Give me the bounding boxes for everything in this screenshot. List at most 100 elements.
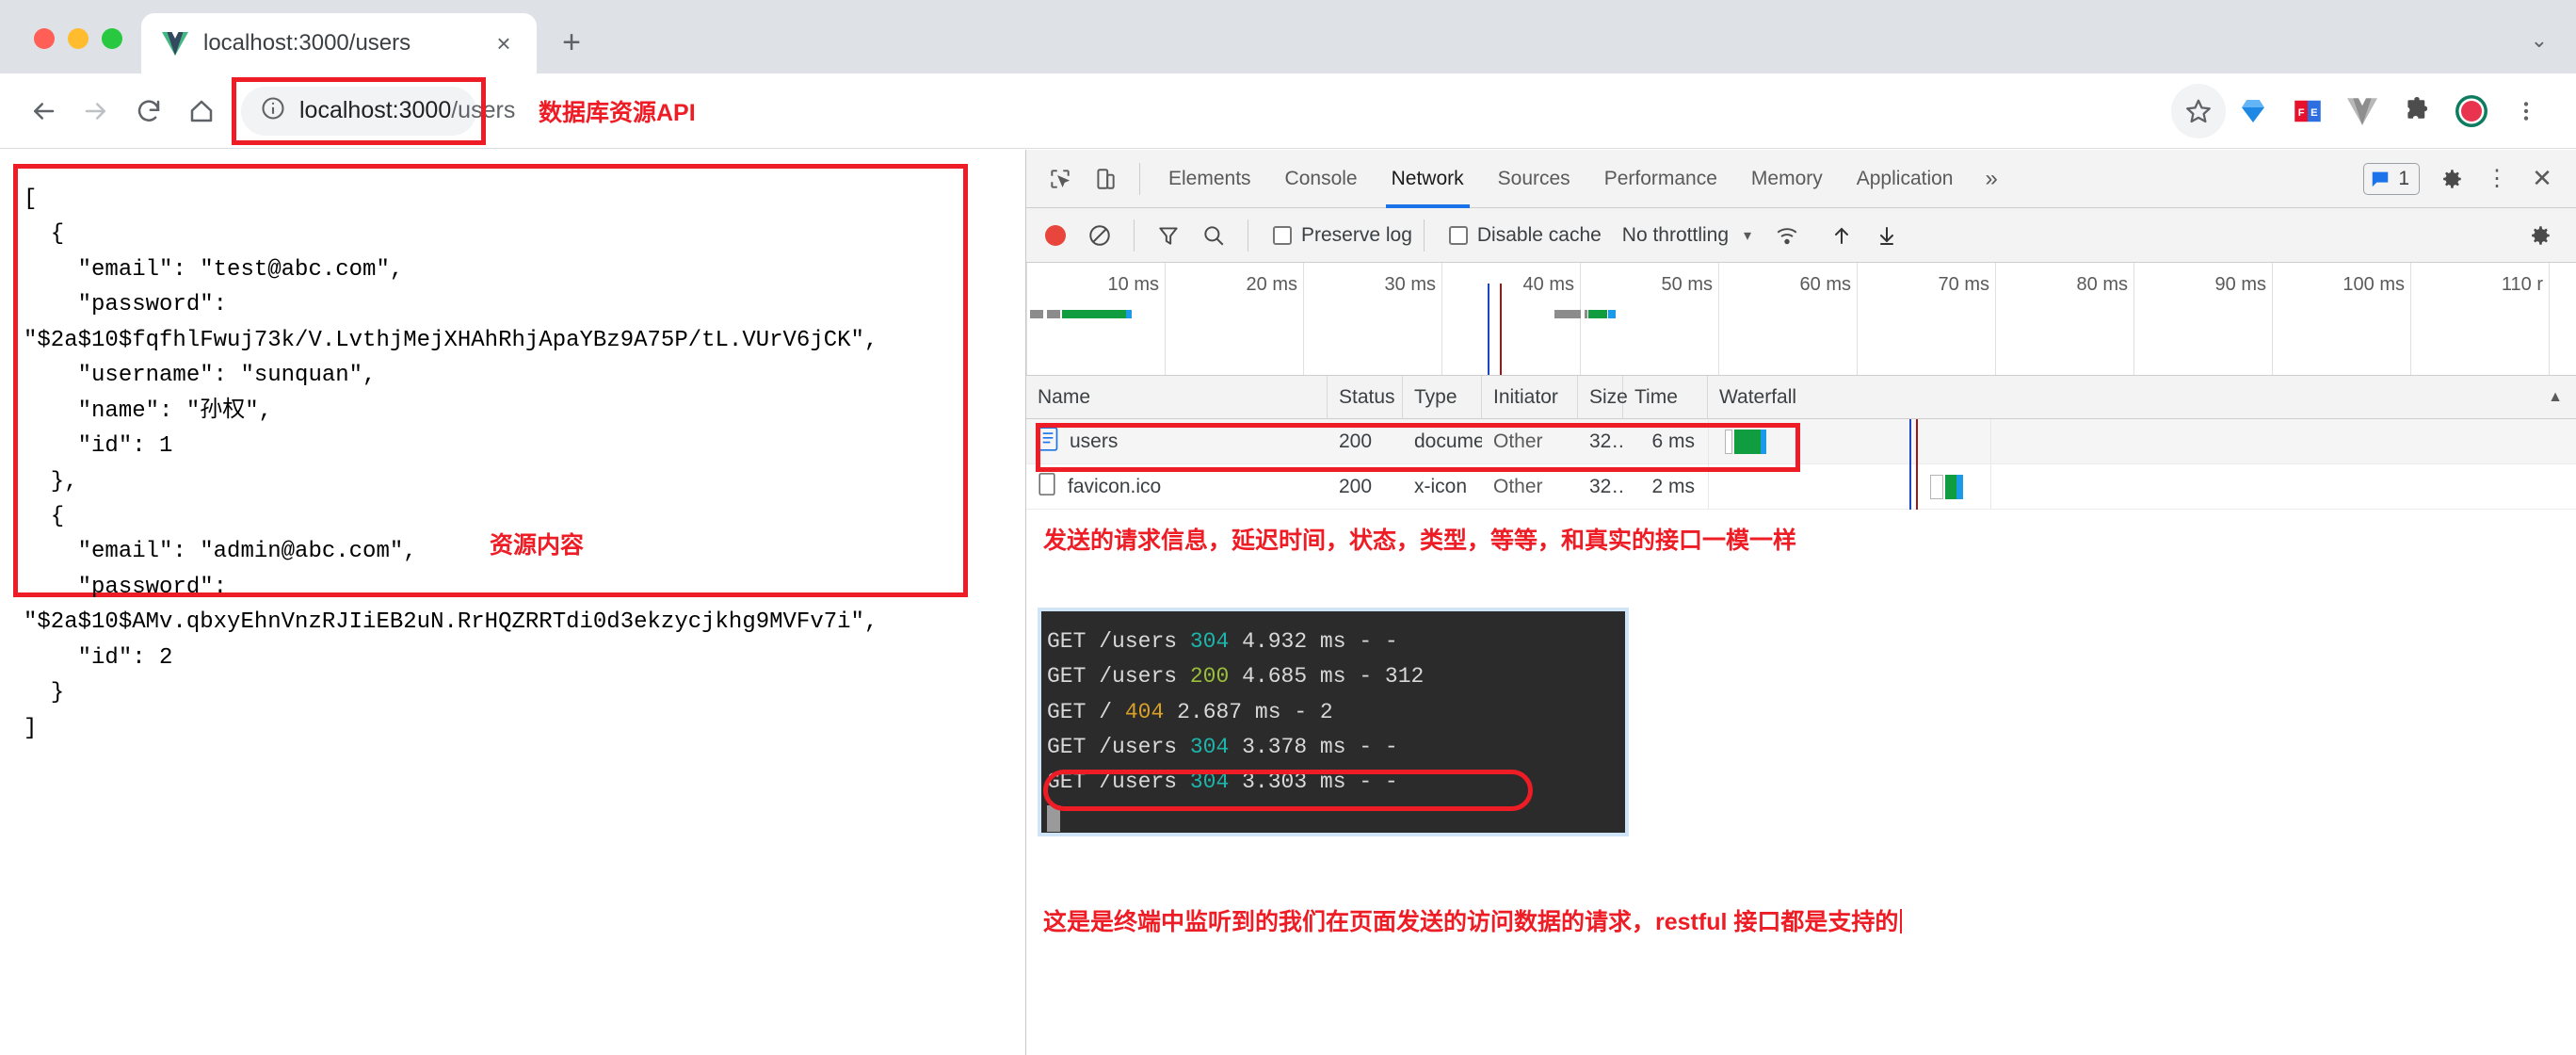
preserve-log-label: Preserve log [1301, 223, 1412, 246]
timeline-tick: 80 ms [2077, 263, 2134, 375]
record-button[interactable] [1045, 224, 1066, 246]
network-toolbar: Preserve log Disable cache No throttling… [1026, 208, 2576, 263]
back-button[interactable] [17, 85, 70, 138]
diamond-extension-icon[interactable] [2226, 84, 2280, 138]
overview-bar-segment [1554, 310, 1581, 318]
gear-icon[interactable] [2429, 156, 2474, 202]
column-header-time[interactable]: Time [1623, 375, 1708, 419]
watermelon-extension-icon[interactable] [2444, 84, 2499, 138]
disable-cache-label: Disable cache [1476, 223, 1602, 246]
export-har-icon[interactable] [1864, 213, 1909, 258]
network-conditions-icon[interactable] [1764, 213, 1810, 258]
devtools-kebab-icon[interactable]: ⋮ [2474, 156, 2520, 202]
clear-button[interactable] [1077, 213, 1122, 258]
load-event-marker [1916, 463, 1918, 510]
address-bar[interactable]: localhost:3000/users [241, 86, 515, 136]
column-header-type[interactable]: Type [1403, 375, 1482, 419]
waterfall-wait-segment [1761, 429, 1766, 454]
requests-table-body: users 200 document Other 32… 6 ms [1026, 418, 2576, 510]
console-message-badge[interactable]: 1 [2363, 162, 2420, 195]
column-header-size[interactable]: Size [1578, 375, 1628, 419]
tab-memory[interactable]: Memory [1734, 150, 1840, 208]
new-tab-button[interactable]: + [548, 19, 595, 66]
tab-strip: localhost:3000/users × + ⌄ [0, 0, 2576, 73]
inspect-element-icon[interactable] [1038, 156, 1083, 202]
cell-size: 32… [1589, 475, 1623, 497]
chevron-down-icon[interactable]: ▾ [1744, 226, 1751, 245]
sort-ascending-icon[interactable]: ▲ [2548, 389, 2563, 406]
annotation-ellipse-terminal-line [1043, 770, 1533, 811]
overview-bar-segment [1030, 310, 1043, 318]
tab-network[interactable]: Network [1375, 150, 1481, 208]
cell-status: 200 [1339, 430, 1373, 452]
cell-type: document [1414, 430, 1482, 452]
cell-initiator: Other [1493, 475, 1543, 497]
overview-bar-segment [1608, 310, 1616, 318]
svg-text:E: E [2310, 107, 2318, 119]
status-code: 404 [1124, 699, 1165, 724]
tab-sources[interactable]: Sources [1481, 150, 1587, 208]
import-har-icon[interactable] [1819, 213, 1864, 258]
browser-tab[interactable]: localhost:3000/users × [141, 13, 537, 73]
tab-performance[interactable]: Performance [1587, 150, 1734, 208]
tab-console[interactable]: Console [1268, 150, 1375, 208]
timeline-tick: 100 ms [2343, 263, 2411, 375]
overview-bar-segment [1047, 310, 1060, 318]
bookmark-star-icon[interactable] [2171, 83, 2226, 138]
content-area: [ { "email": "test@abc.com", "password":… [0, 150, 2576, 1055]
column-header-status[interactable]: Status [1328, 375, 1403, 419]
search-icon[interactable] [1191, 213, 1236, 258]
column-header-initiator[interactable]: Initiator [1482, 375, 1578, 419]
waterfall-queue-segment [1930, 474, 1943, 499]
throttling-select[interactable]: No throttling [1622, 224, 1729, 247]
cell-waterfall [1708, 418, 2576, 464]
puzzle-extensions-icon[interactable] [2390, 84, 2444, 138]
requests-table-header: Name Status Type Initiator Size Time Wat… [1026, 375, 2576, 419]
forward-button[interactable] [70, 85, 122, 138]
timeline-tick: 70 ms [1939, 263, 1996, 375]
network-overview-timeline[interactable]: 10 ms 20 ms 30 ms 40 ms 50 ms 60 ms 70 m… [1026, 263, 2576, 376]
annotation-terminal-label: 这是是终端中监听到的我们在页面发送的访问数据的请求，restful 接口都是支持… [1043, 903, 1903, 937]
divider [1423, 219, 1425, 252]
chrome-menu-icon[interactable] [2499, 84, 2553, 138]
divider [1134, 219, 1135, 252]
status-code: 304 [1189, 734, 1230, 759]
status-code: 304 [1189, 629, 1230, 654]
toggle-device-toolbar-icon[interactable] [1083, 156, 1128, 202]
home-button[interactable] [175, 85, 228, 138]
preserve-log-checkbox[interactable]: Preserve log [1273, 224, 1412, 247]
close-window-button[interactable] [34, 28, 55, 49]
vue-logo-icon [162, 31, 188, 56]
dom-content-loaded-marker [1488, 284, 1489, 375]
json-response-body: [ { "email": "test@abc.com", "password":… [24, 187, 878, 741]
network-settings-gear-icon[interactable] [2518, 213, 2563, 258]
column-header-waterfall[interactable]: Waterfall ▲ [1708, 376, 2576, 419]
disable-cache-checkbox[interactable]: Disable cache [1448, 223, 1602, 247]
cell-type: x-icon [1414, 475, 1468, 497]
checkbox-box [1448, 225, 1468, 245]
maximize-window-button[interactable] [102, 28, 122, 49]
timeline-tick: 30 ms [1385, 263, 1442, 375]
terminal-line: GET /users 304 3.378 ms - - [1047, 734, 1398, 759]
table-row[interactable]: favicon.ico 200 x-icon Other 32… 2 ms [1026, 463, 2576, 510]
filter-icon[interactable] [1146, 213, 1191, 258]
tab-application[interactable]: Application [1840, 150, 1971, 208]
timeline-tick: 40 ms [1523, 263, 1581, 375]
file-icon [1038, 472, 1056, 502]
reload-button[interactable] [122, 85, 175, 138]
info-icon[interactable] [260, 95, 286, 126]
table-row[interactable]: users 200 document Other 32… 6 ms [1026, 418, 2576, 464]
tab-elements[interactable]: Elements [1151, 150, 1268, 208]
vue-devtools-icon[interactable] [2335, 84, 2390, 138]
chevron-down-icon[interactable]: ⌄ [2531, 28, 2548, 53]
close-tab-button[interactable]: × [488, 27, 520, 59]
more-tabs-icon[interactable]: » [1970, 166, 2012, 192]
timeline-tick: 90 ms [2215, 263, 2273, 375]
window-traffic-lights [0, 28, 141, 73]
fe-extension-icon[interactable]: FE [2280, 84, 2335, 138]
cell-name: favicon.ico [1026, 464, 1328, 510]
close-devtools-icon[interactable]: ✕ [2520, 156, 2565, 202]
minimize-window-button[interactable] [68, 28, 89, 49]
svg-text:F: F [2298, 107, 2305, 119]
column-header-name[interactable]: Name [1026, 375, 1328, 419]
